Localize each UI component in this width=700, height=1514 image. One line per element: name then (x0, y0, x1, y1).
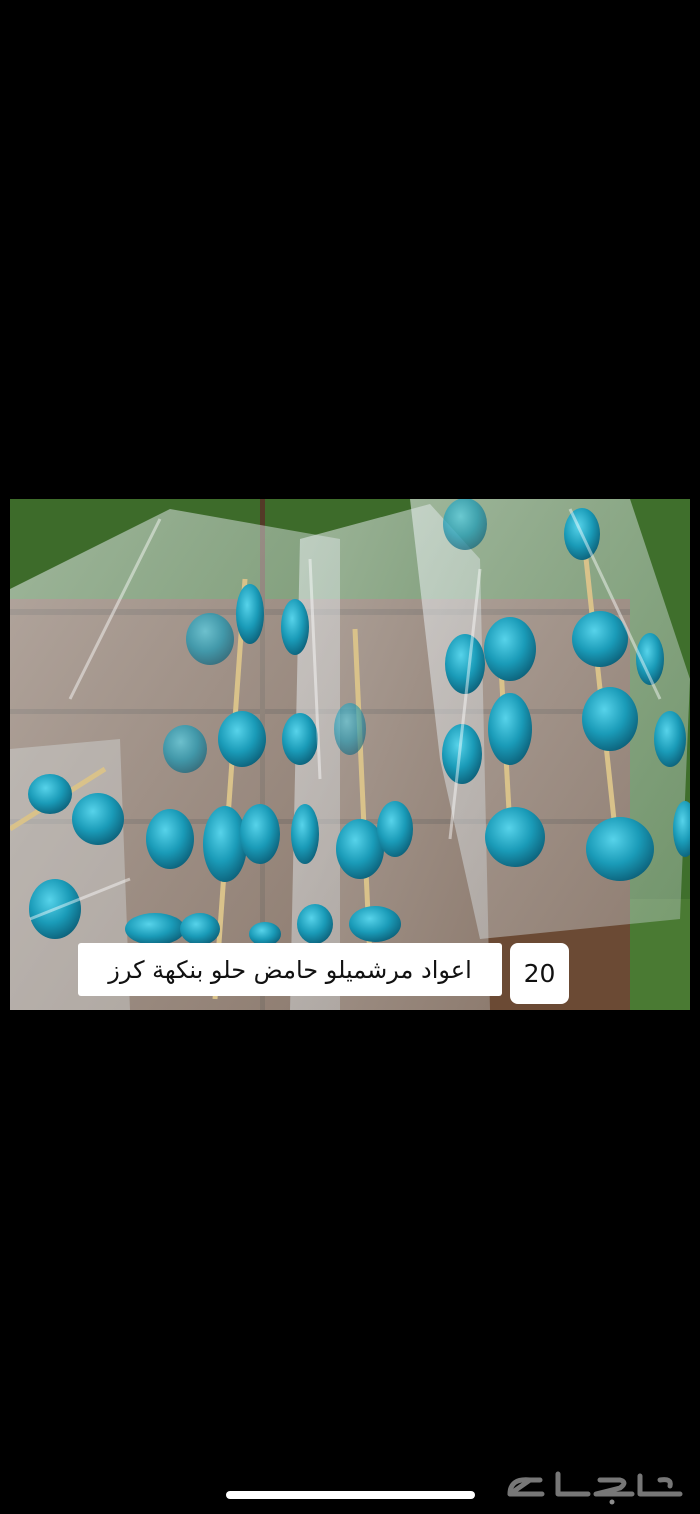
haraj-logo-art (507, 1471, 683, 1505)
caption-text: اعواد مرشميلو حامض حلو بنكهة كرز (108, 955, 472, 984)
product-photo[interactable] (10, 499, 690, 1010)
screen: اعواد مرشميلو حامض حلو بنكهة كرز 20 (0, 0, 700, 1514)
caption-label: اعواد مرشميلو حامض حلو بنكهة كرز (78, 943, 502, 996)
product-photo-art (10, 499, 690, 1010)
home-indicator[interactable] (226, 1491, 475, 1499)
count-text: 20 (523, 959, 556, 988)
haraj-watermark-logo (500, 1466, 690, 1506)
count-badge: 20 (510, 943, 569, 1004)
